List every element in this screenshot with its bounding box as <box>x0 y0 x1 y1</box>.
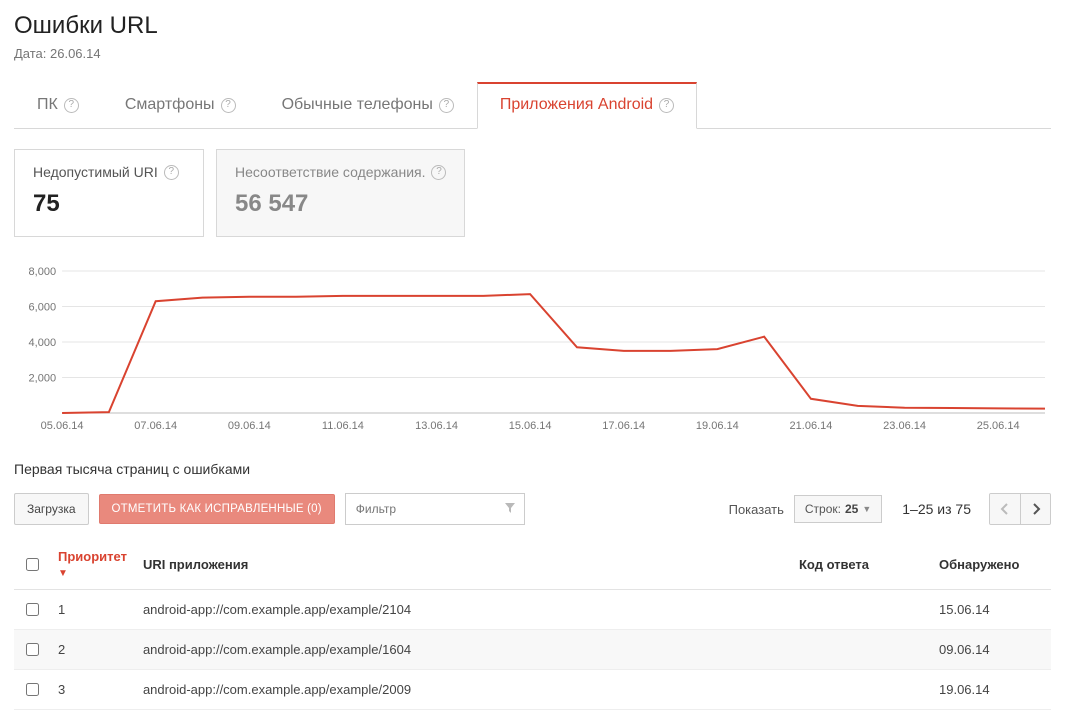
show-label: Показать <box>729 502 784 517</box>
tab-pc[interactable]: ПК ? <box>14 82 102 129</box>
card-title-text: Несоответствие содержания. <box>235 164 425 180</box>
svg-text:07.06.14: 07.06.14 <box>134 420 177 432</box>
cell-detected: 15.06.14 <box>931 590 1051 630</box>
rows-per-page-button[interactable]: Строк: 25 ▼ <box>794 495 882 523</box>
card-value: 75 <box>33 190 185 218</box>
select-all-checkbox[interactable] <box>26 558 39 571</box>
tab-android-apps[interactable]: Приложения Android ? <box>477 82 697 129</box>
next-page-button[interactable] <box>1020 494 1050 524</box>
tab-smartphones[interactable]: Смартфоны ? <box>102 82 259 129</box>
svg-text:8,000: 8,000 <box>29 266 57 278</box>
tab-label: Приложения Android <box>500 96 653 114</box>
cell-uri: android-app://com.example.app/example/20… <box>135 670 791 710</box>
prev-page-button[interactable] <box>990 494 1020 524</box>
tab-label: Смартфоны <box>125 96 215 114</box>
page-date: Дата: 26.06.14 <box>14 46 1051 61</box>
download-button[interactable]: Загрузка <box>14 493 89 525</box>
cell-priority: 3 <box>50 670 135 710</box>
svg-text:09.06.14: 09.06.14 <box>228 420 271 432</box>
rows-label: Строк: <box>805 502 841 516</box>
page-range: 1–25 из 75 <box>902 501 971 517</box>
svg-text:13.06.14: 13.06.14 <box>415 420 458 432</box>
svg-text:6,000: 6,000 <box>29 302 57 314</box>
sort-desc-icon: ▼ <box>58 568 68 579</box>
table-row[interactable]: 3 android-app://com.example.app/example/… <box>14 670 1051 710</box>
card-invalid-uri[interactable]: Недопустимый URI ? 75 <box>14 149 204 237</box>
cell-code <box>791 630 931 670</box>
svg-text:4,000: 4,000 <box>29 337 57 349</box>
table-row[interactable]: 1 android-app://com.example.app/example/… <box>14 590 1051 630</box>
filter-box[interactable] <box>345 493 525 525</box>
svg-text:11.06.14: 11.06.14 <box>322 420 364 432</box>
svg-text:05.06.14: 05.06.14 <box>41 420 84 432</box>
chevron-down-icon: ▼ <box>862 504 871 514</box>
cell-detected: 19.06.14 <box>931 670 1051 710</box>
cell-detected: 09.06.14 <box>931 630 1051 670</box>
card-content-mismatch[interactable]: Несоответствие содержания. ? 56 547 <box>216 149 465 237</box>
rows-value: 25 <box>845 502 858 516</box>
svg-text:2,000: 2,000 <box>29 373 57 385</box>
col-uri-header[interactable]: URI приложения <box>135 539 791 590</box>
card-value: 56 547 <box>235 190 446 218</box>
table-toolbar: Загрузка ОТМЕТИТЬ КАК ИСПРАВЛЕННЫЕ (0) П… <box>14 493 1051 525</box>
cell-code <box>791 670 931 710</box>
svg-text:25.06.14: 25.06.14 <box>977 420 1020 432</box>
svg-text:19.06.14: 19.06.14 <box>696 420 739 432</box>
col-code-header[interactable]: Код ответа <box>791 539 931 590</box>
row-checkbox[interactable] <box>26 683 39 696</box>
col-detected-header[interactable]: Обнаружено <box>931 539 1051 590</box>
row-checkbox[interactable] <box>26 603 39 616</box>
help-icon[interactable]: ? <box>164 165 179 180</box>
svg-text:17.06.14: 17.06.14 <box>602 420 645 432</box>
row-checkbox[interactable] <box>26 643 39 656</box>
card-title-text: Недопустимый URI <box>33 164 158 180</box>
tab-feature-phones[interactable]: Обычные телефоны ? <box>259 82 477 129</box>
device-tabs: ПК ? Смартфоны ? Обычные телефоны ? Прил… <box>14 81 1051 129</box>
section-title: Первая тысяча страниц с ошибками <box>14 461 1051 477</box>
cell-priority: 1 <box>50 590 135 630</box>
cell-code <box>791 590 931 630</box>
help-icon[interactable]: ? <box>431 165 446 180</box>
help-icon[interactable]: ? <box>64 98 79 113</box>
filter-input[interactable] <box>354 501 484 517</box>
table-row[interactable]: 2 android-app://com.example.app/example/… <box>14 630 1051 670</box>
svg-text:23.06.14: 23.06.14 <box>883 420 926 432</box>
cell-uri: android-app://com.example.app/example/21… <box>135 590 791 630</box>
filter-icon <box>504 502 516 517</box>
help-icon[interactable]: ? <box>439 98 454 113</box>
page-title: Ошибки URL <box>14 12 1051 40</box>
errors-table: Приоритет ▼ URI приложения Код ответа Об… <box>14 539 1051 710</box>
col-priority-header[interactable]: Приоритет ▼ <box>50 539 135 590</box>
mark-fixed-button[interactable]: ОТМЕТИТЬ КАК ИСПРАВЛЕННЫЕ (0) <box>99 494 335 524</box>
errors-chart: 2,000 4,000 6,000 8,000 05.06.14 07.06.14 09.0… <box>14 265 1051 435</box>
help-icon[interactable]: ? <box>221 98 236 113</box>
header-text: Приоритет <box>58 549 127 564</box>
cell-uri: android-app://com.example.app/example/16… <box>135 630 791 670</box>
tab-label: Обычные телефоны <box>282 96 433 114</box>
cell-priority: 2 <box>50 630 135 670</box>
svg-text:21.06.14: 21.06.14 <box>790 420 833 432</box>
error-type-cards: Недопустимый URI ? 75 Несоответствие сод… <box>14 149 1051 237</box>
pager <box>989 493 1051 525</box>
svg-text:15.06.14: 15.06.14 <box>509 420 552 432</box>
help-icon[interactable]: ? <box>659 98 674 113</box>
tab-label: ПК <box>37 96 58 114</box>
